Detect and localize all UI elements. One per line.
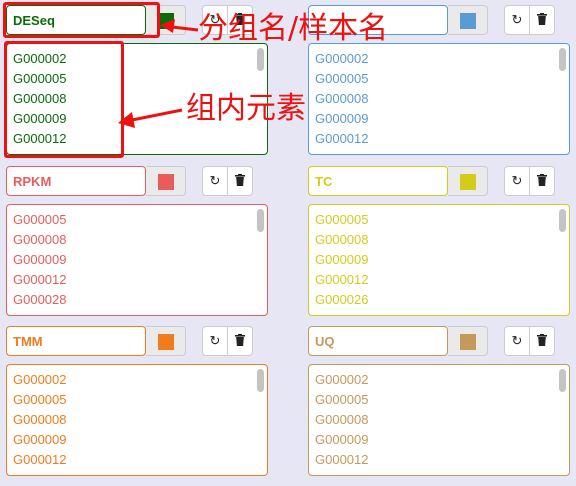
arrow-to-group-name [171, 25, 199, 32]
arrowhead-group-name [160, 19, 175, 33]
annotation-arrows [118, 19, 199, 128]
arrow-to-group-elements [131, 108, 183, 122]
arrowhead-group-elements [118, 112, 135, 128]
